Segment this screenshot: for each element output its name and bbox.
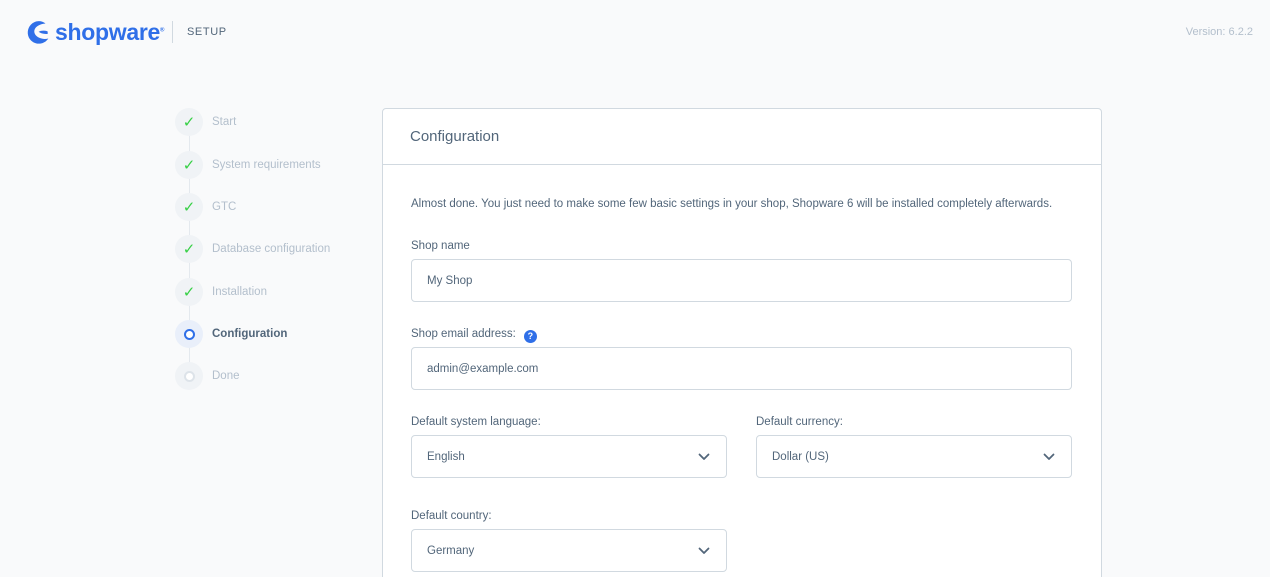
- check-icon: ✓: [175, 235, 203, 263]
- step-label: System requirements: [212, 159, 321, 171]
- country-label: Default country:: [411, 510, 492, 522]
- card-header: Configuration: [383, 109, 1101, 165]
- language-select[interactable]: English: [411, 435, 727, 478]
- shop-name-label: Shop name: [411, 240, 470, 252]
- step-label: Database configuration: [212, 243, 331, 255]
- shopware-logo-icon: [27, 21, 49, 44]
- intro-text: Almost done. You just need to make some …: [411, 198, 1053, 210]
- configuration-card: Configuration Almost done. You just need…: [382, 108, 1102, 577]
- chevron-down-icon: [698, 453, 710, 460]
- shop-email-label-row: Shop email address:?: [411, 328, 537, 343]
- step-database-configuration: ✓ Database configuration: [175, 235, 365, 263]
- header: shopware® SETUP Version: 6.2.2: [0, 0, 1270, 64]
- help-icon[interactable]: ?: [523, 329, 537, 343]
- chevron-down-icon: [1043, 453, 1055, 460]
- check-icon: ✓: [175, 278, 203, 306]
- step-label: Installation: [212, 286, 267, 298]
- check-icon: ✓: [175, 193, 203, 221]
- step-gtc: ✓ GTC: [175, 193, 365, 221]
- shop-name-value: My Shop: [427, 274, 473, 287]
- currency-label: Default currency:: [756, 416, 843, 428]
- shop-email-value: admin@example.com: [427, 362, 539, 375]
- step-label: Done: [212, 370, 240, 382]
- card-title: Configuration: [410, 128, 500, 145]
- country-select[interactable]: Germany: [411, 529, 727, 572]
- step-done: Done: [175, 362, 365, 390]
- step-label: Configuration: [212, 328, 288, 340]
- pending-circle-icon: [175, 362, 203, 390]
- shop-email-label: Shop email address:: [411, 328, 516, 340]
- language-value: English: [427, 450, 465, 463]
- brand-name: shopware®: [55, 18, 165, 45]
- check-icon: ✓: [175, 151, 203, 179]
- step-label: Start: [212, 116, 237, 128]
- step-label: GTC: [212, 201, 237, 213]
- country-value: Germany: [427, 544, 475, 557]
- version-label: Version: 6.2.2: [1185, 26, 1253, 38]
- shop-email-input[interactable]: admin@example.com: [411, 347, 1072, 390]
- header-section-title: SETUP: [187, 26, 227, 38]
- step-system-requirements: ✓ System requirements: [175, 151, 365, 179]
- currency-select[interactable]: Dollar (US): [756, 435, 1072, 478]
- check-icon: ✓: [175, 108, 203, 136]
- language-label: Default system language:: [411, 416, 541, 428]
- header-divider: [172, 21, 173, 43]
- step-installation: ✓ Installation: [175, 278, 365, 306]
- step-start: ✓ Start: [175, 108, 365, 136]
- active-circle-icon: [175, 320, 203, 348]
- shop-name-input[interactable]: My Shop: [411, 259, 1072, 302]
- shopware-logo: shopware®: [23, 17, 164, 47]
- currency-value: Dollar (US): [772, 450, 829, 463]
- step-configuration: Configuration: [175, 320, 365, 348]
- chevron-down-icon: [698, 547, 710, 554]
